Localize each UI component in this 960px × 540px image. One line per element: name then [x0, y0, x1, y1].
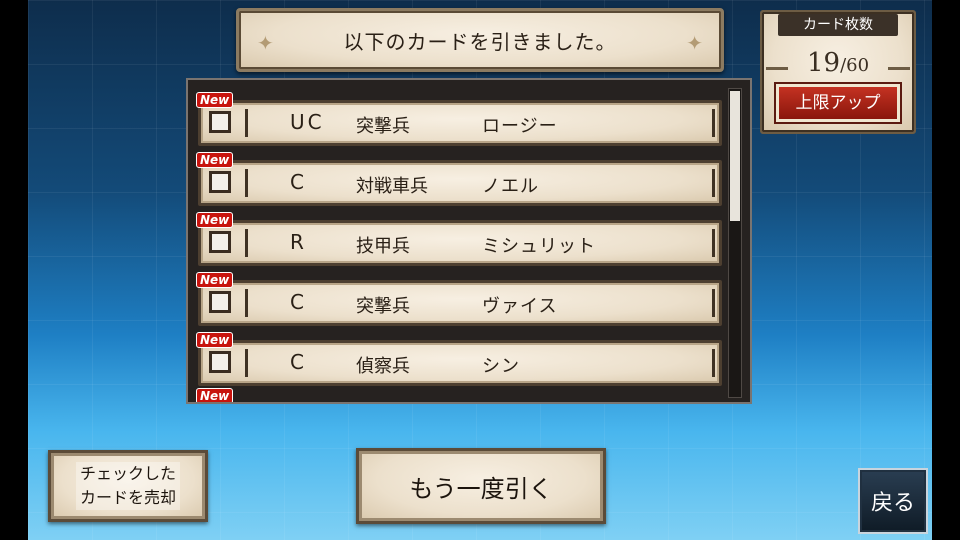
card-rarity: UC [290, 110, 325, 134]
card-checkbox[interactable] [209, 171, 231, 193]
card-row-bar [198, 160, 722, 206]
right-letterbox [932, 0, 960, 540]
card-row[interactable]: New R 技甲兵 ミシュリット [196, 212, 722, 266]
card-row[interactable]: New C 対戦車兵 ノエル [196, 152, 722, 206]
card-class: 技甲兵 [356, 236, 410, 257]
card-count-current: 19 [806, 48, 841, 78]
card-row-bar [198, 220, 722, 266]
title-text: 以下のカードを引きました。 [343, 29, 617, 54]
back-button[interactable]: 戻る [858, 468, 928, 534]
new-badge: New [196, 152, 234, 168]
new-badge: New [196, 212, 234, 228]
new-badge: New [196, 388, 234, 402]
card-class: 突撃兵 [356, 116, 410, 137]
card-count-panel: カード枚数 19/60 上限アップ [760, 10, 916, 134]
card-rarity: C [290, 350, 307, 374]
card-count-value: 19/60 [762, 48, 914, 78]
sell-checked-button[interactable]: チェックした カードを売却 [48, 450, 208, 522]
left-letterbox [0, 0, 28, 540]
card-class: 対戦車兵 [356, 176, 428, 197]
list-scrollbar[interactable] [728, 88, 742, 398]
new-badge: New [196, 332, 234, 348]
card-class: 突撃兵 [356, 296, 410, 317]
card-name: ヴァイス [482, 296, 558, 317]
card-row-partial: New [196, 388, 722, 402]
card-row-bar [198, 100, 722, 146]
card-rarity: C [290, 170, 307, 194]
new-badge: New [196, 272, 234, 288]
divider [888, 67, 910, 70]
card-name: シン [482, 356, 520, 377]
card-row[interactable]: New UC 突撃兵 ロージー [196, 92, 722, 146]
card-row[interactable]: New C 偵察兵 シン [196, 332, 722, 386]
card-name: ノエル [482, 176, 539, 197]
upgrade-limit-button[interactable]: 上限アップ [774, 82, 902, 124]
new-badge: New [196, 92, 234, 108]
card-name: ミシュリット [482, 236, 596, 257]
ornament-icon: ✦ [257, 31, 274, 55]
card-row-bar [198, 280, 722, 326]
draw-again-button[interactable]: もう一度引く [356, 448, 606, 524]
card-row-bar [198, 340, 722, 386]
card-name: ロージー [482, 116, 558, 137]
card-checkbox[interactable] [209, 351, 231, 373]
title-banner: ✦ 以下のカードを引きました。 ✦ [236, 8, 724, 72]
card-count-max: /60 [840, 55, 870, 76]
card-count-label: カード枚数 [778, 14, 898, 36]
sell-button-line2: カードを売却 [75, 486, 180, 510]
card-checkbox[interactable] [209, 111, 231, 133]
card-row[interactable]: New C 突撃兵 ヴァイス [196, 272, 722, 326]
card-class: 偵察兵 [356, 356, 410, 377]
card-checkbox[interactable] [209, 291, 231, 313]
ornament-icon: ✦ [686, 31, 703, 55]
sell-button-line1: チェックした [75, 462, 180, 486]
card-rarity: C [290, 290, 307, 314]
card-checkbox[interactable] [209, 231, 231, 253]
card-list-panel[interactable]: New UC 突撃兵 ロージー New C 対戦車兵 ノエル New R 技甲兵… [186, 78, 752, 404]
card-rarity: R [290, 230, 307, 254]
scrollbar-thumb[interactable] [730, 91, 740, 221]
